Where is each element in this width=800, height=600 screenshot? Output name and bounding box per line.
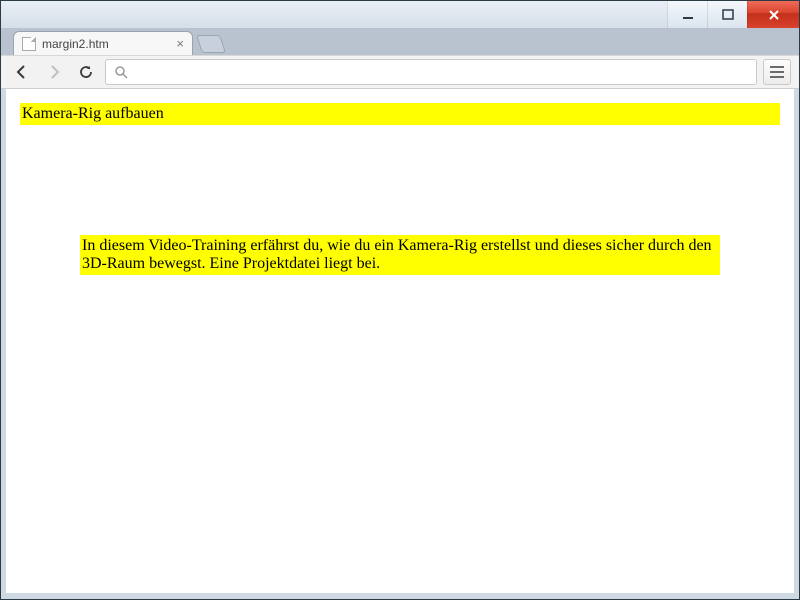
browser-menu-button[interactable] <box>763 59 791 85</box>
new-tab-button[interactable] <box>196 35 226 53</box>
minimize-button[interactable] <box>667 1 707 28</box>
search-icon <box>114 65 128 79</box>
page-body: Kamera-Rig aufbauen In diesem Video-Trai… <box>6 89 794 289</box>
browser-tab[interactable]: margin2.htm × <box>13 31 193 55</box>
address-bar[interactable] <box>105 59 757 85</box>
forward-button[interactable] <box>41 59 67 85</box>
tab-close-icon[interactable]: × <box>176 37 184 50</box>
page-heading: Kamera-Rig aufbauen <box>20 103 780 125</box>
tab-strip: margin2.htm × <box>1 29 799 55</box>
os-titlebar <box>1 1 799 29</box>
maximize-button[interactable] <box>707 1 747 28</box>
close-button[interactable] <box>747 1 799 28</box>
page-paragraph: In diesem Video-Training erfährst du, wi… <box>80 235 720 275</box>
reload-button[interactable] <box>73 59 99 85</box>
window-frame: margin2.htm × Kamera-Rig aufbauen In die… <box>0 0 800 600</box>
back-button[interactable] <box>9 59 35 85</box>
page-file-icon <box>22 37 36 51</box>
address-input[interactable] <box>134 64 748 81</box>
page-viewport: Kamera-Rig aufbauen In diesem Video-Trai… <box>1 89 799 599</box>
tab-title: margin2.htm <box>42 37 170 51</box>
browser-toolbar <box>1 55 799 89</box>
